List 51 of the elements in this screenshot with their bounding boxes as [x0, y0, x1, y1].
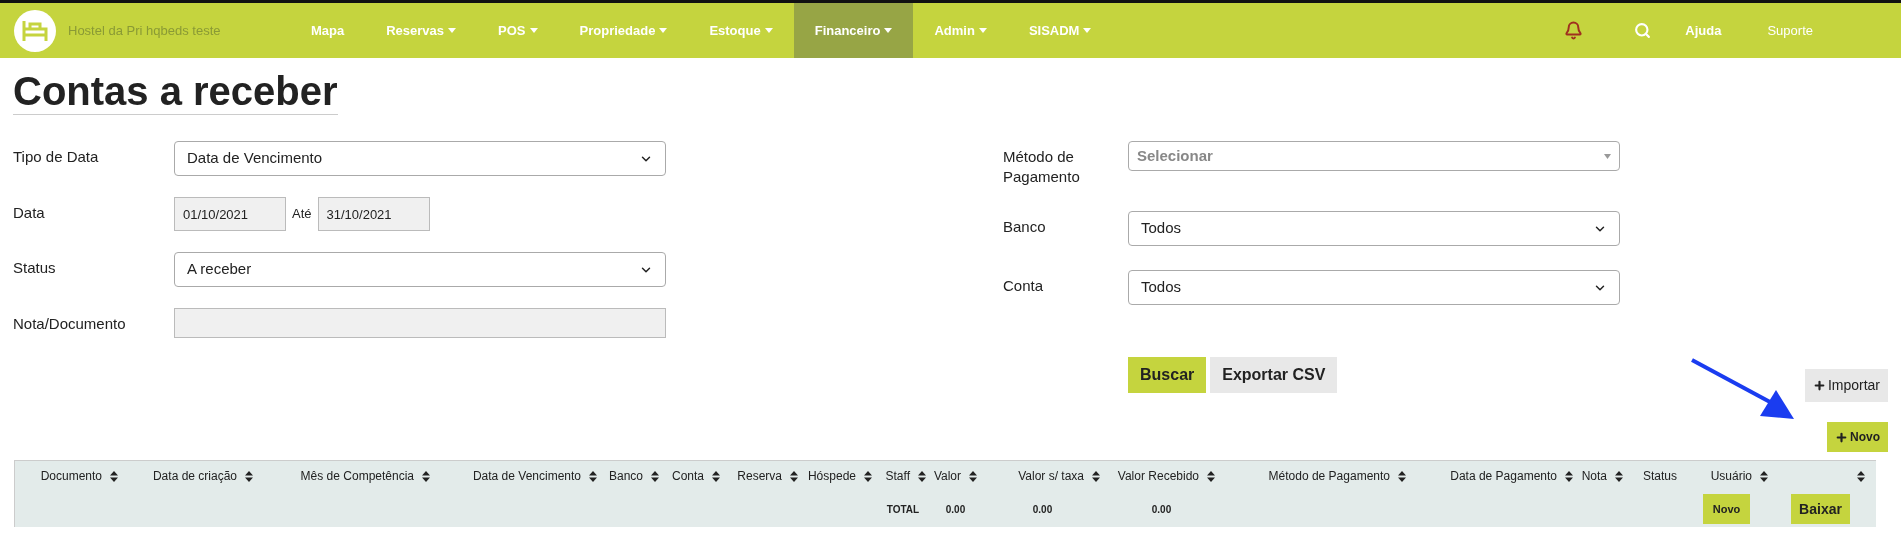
select-field[interactable]: A receber: [174, 252, 666, 287]
plus-icon: [1835, 430, 1848, 444]
row-button[interactable]: Baixar: [1791, 494, 1850, 524]
field-label: Conta: [1003, 276, 1045, 296]
column-header[interactable]: Hóspede: [807, 467, 856, 485]
import-button[interactable]: Importar: [1804, 369, 1888, 402]
row-button[interactable]: Novo: [1702, 494, 1751, 524]
action-button[interactable]: Exportar CSV: [1210, 357, 1338, 393]
brand-name: Hostel da Pri hqbeds teste: [68, 21, 222, 40]
column-header[interactable]: Banco: [608, 467, 643, 485]
select-field[interactable]: Todos: [1128, 211, 1620, 246]
date-field[interactable]: 01/10/2021: [174, 197, 286, 231]
column-header[interactable]: Staff: [885, 467, 910, 485]
caret-icon: [1604, 153, 1611, 159]
column-header[interactable]: Data de criação: [152, 467, 237, 485]
logo-icon[interactable]: [14, 9, 56, 52]
total-cell-text: 0.00: [1151, 502, 1172, 517]
total-cell-text: 0.00: [1032, 502, 1053, 517]
field-label: Tipo de Data: [13, 147, 100, 167]
page-title: Contas a receber: [13, 70, 338, 115]
column-header[interactable]: Usuário: [1710, 467, 1752, 485]
column-header[interactable]: Data de Vencimento: [472, 467, 581, 485]
total-cell-text: 0.00: [945, 502, 966, 517]
select-field[interactable]: Todos: [1128, 270, 1620, 305]
column-header[interactable]: Valor s/ taxa: [1018, 467, 1084, 485]
date-field[interactable]: 31/10/2021: [317, 197, 430, 231]
field-label: Nota/Documento: [13, 314, 127, 334]
column-header[interactable]: Método de Pagamento: [1268, 467, 1390, 485]
notification-bell-icon[interactable]: [1564, 21, 1584, 40]
column-header[interactable]: Reserva: [737, 467, 782, 485]
action-button[interactable]: Buscar: [1128, 357, 1207, 393]
field-label: Banco: [1003, 217, 1047, 237]
field-label: Status: [13, 258, 57, 278]
column-header[interactable]: Valor Recebido: [1117, 467, 1199, 485]
total-cell-text: TOTAL: [886, 502, 920, 517]
column-header[interactable]: Documento: [40, 467, 102, 485]
column-header[interactable]: Valor: [933, 467, 961, 485]
field-label: Data: [13, 203, 46, 223]
column-header[interactable]: Status: [1642, 467, 1677, 485]
field-label: Método de Pagamento: [1003, 147, 1081, 187]
select-field[interactable]: Selecionar: [1128, 141, 1620, 171]
column-header[interactable]: Conta: [671, 467, 704, 485]
column-header[interactable]: Nota: [1581, 467, 1607, 485]
search-icon[interactable]: [1634, 22, 1652, 39]
column-header[interactable]: Mês de Competência: [300, 467, 414, 485]
text-field[interactable]: [174, 308, 666, 338]
plus-icon: [1812, 379, 1826, 392]
new-button[interactable]: Novo: [1827, 422, 1888, 452]
select-field[interactable]: Data de Vencimento: [174, 141, 666, 176]
column-header[interactable]: Data de Pagamento: [1450, 467, 1557, 485]
date-separator: Até: [292, 205, 312, 224]
